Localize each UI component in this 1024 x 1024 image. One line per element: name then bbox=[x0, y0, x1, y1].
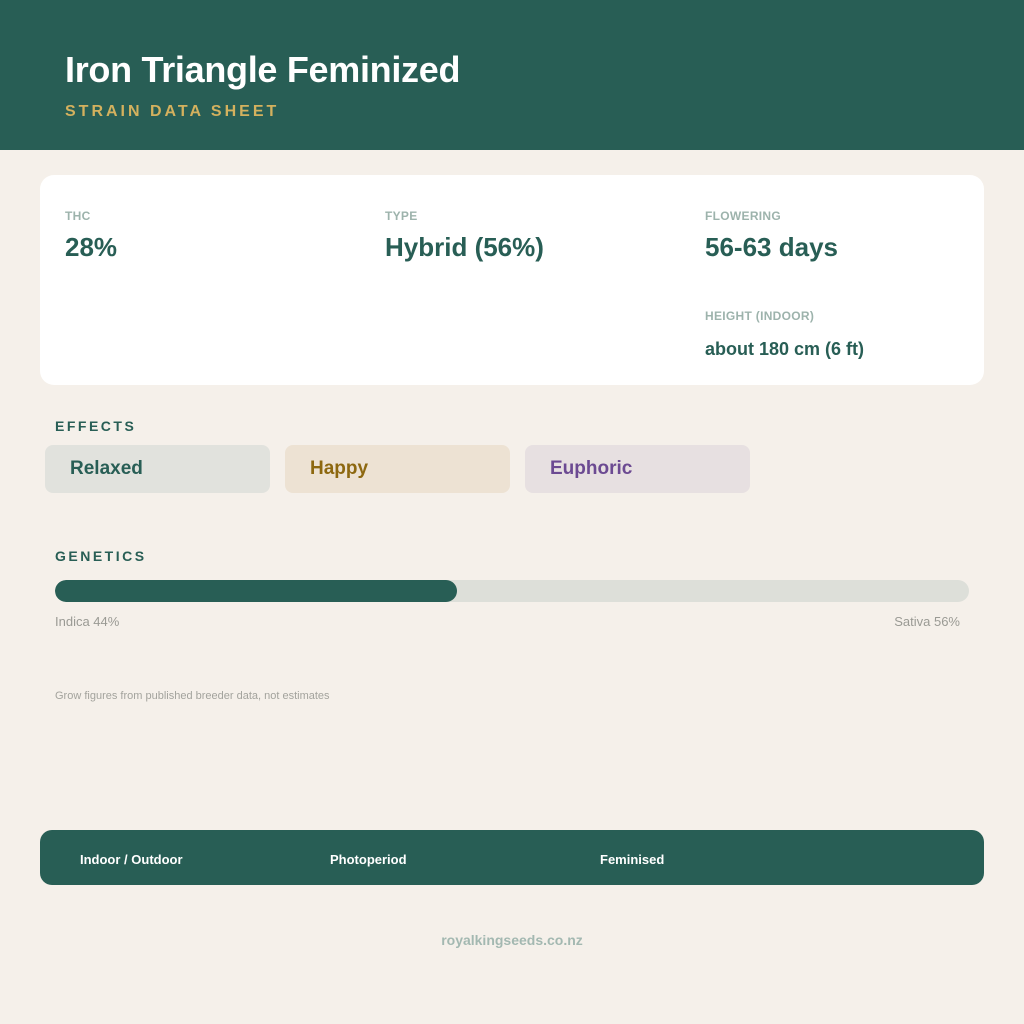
effect-chip-happy: Happy bbox=[285, 445, 510, 493]
genetics-title: GENETICS bbox=[55, 548, 147, 564]
type-label: TYPE bbox=[385, 209, 418, 223]
page-title: Iron Triangle Feminized bbox=[65, 49, 461, 90]
effect-chip-relaxed: Relaxed bbox=[45, 445, 270, 493]
header-banner: Iron Triangle Feminized STRAIN DATA SHEE… bbox=[0, 0, 1024, 150]
footer-bar: Indoor / Outdoor Photoperiod Feminised bbox=[40, 830, 984, 885]
footer-photoperiod: Photoperiod bbox=[330, 852, 407, 867]
type-value: Hybrid (56%) bbox=[385, 232, 544, 262]
thc-label: THC bbox=[65, 209, 91, 223]
effects-title: EFFECTS bbox=[55, 418, 137, 434]
flowering-label: FLOWERING bbox=[705, 209, 782, 223]
page-subtitle: STRAIN DATA SHEET bbox=[65, 103, 280, 120]
stats-card: THC 28% TYPE Hybrid (56%) FLOWERING 56-6… bbox=[40, 175, 984, 385]
flowering-value: 56-63 days bbox=[705, 232, 838, 262]
height-label: HEIGHT (INDOOR) bbox=[705, 309, 815, 323]
sativa-label: Sativa 56% bbox=[894, 614, 960, 629]
footer-seed-type: Feminised bbox=[600, 852, 665, 867]
indica-fill bbox=[55, 580, 458, 602]
indica-label: Indica 44% bbox=[55, 614, 120, 629]
genetics-bar bbox=[55, 580, 969, 602]
thc-value: 28% bbox=[65, 232, 118, 262]
data-source-note: Grow figures from published breeder data… bbox=[55, 690, 330, 702]
website-link[interactable]: royalkingseeds.co.nz bbox=[0, 931, 1024, 949]
height-value: about 180 cm (6 ft) bbox=[705, 339, 865, 359]
effect-chip-euphoric: Euphoric bbox=[525, 445, 750, 493]
footer-environment: Indoor / Outdoor bbox=[80, 852, 183, 867]
